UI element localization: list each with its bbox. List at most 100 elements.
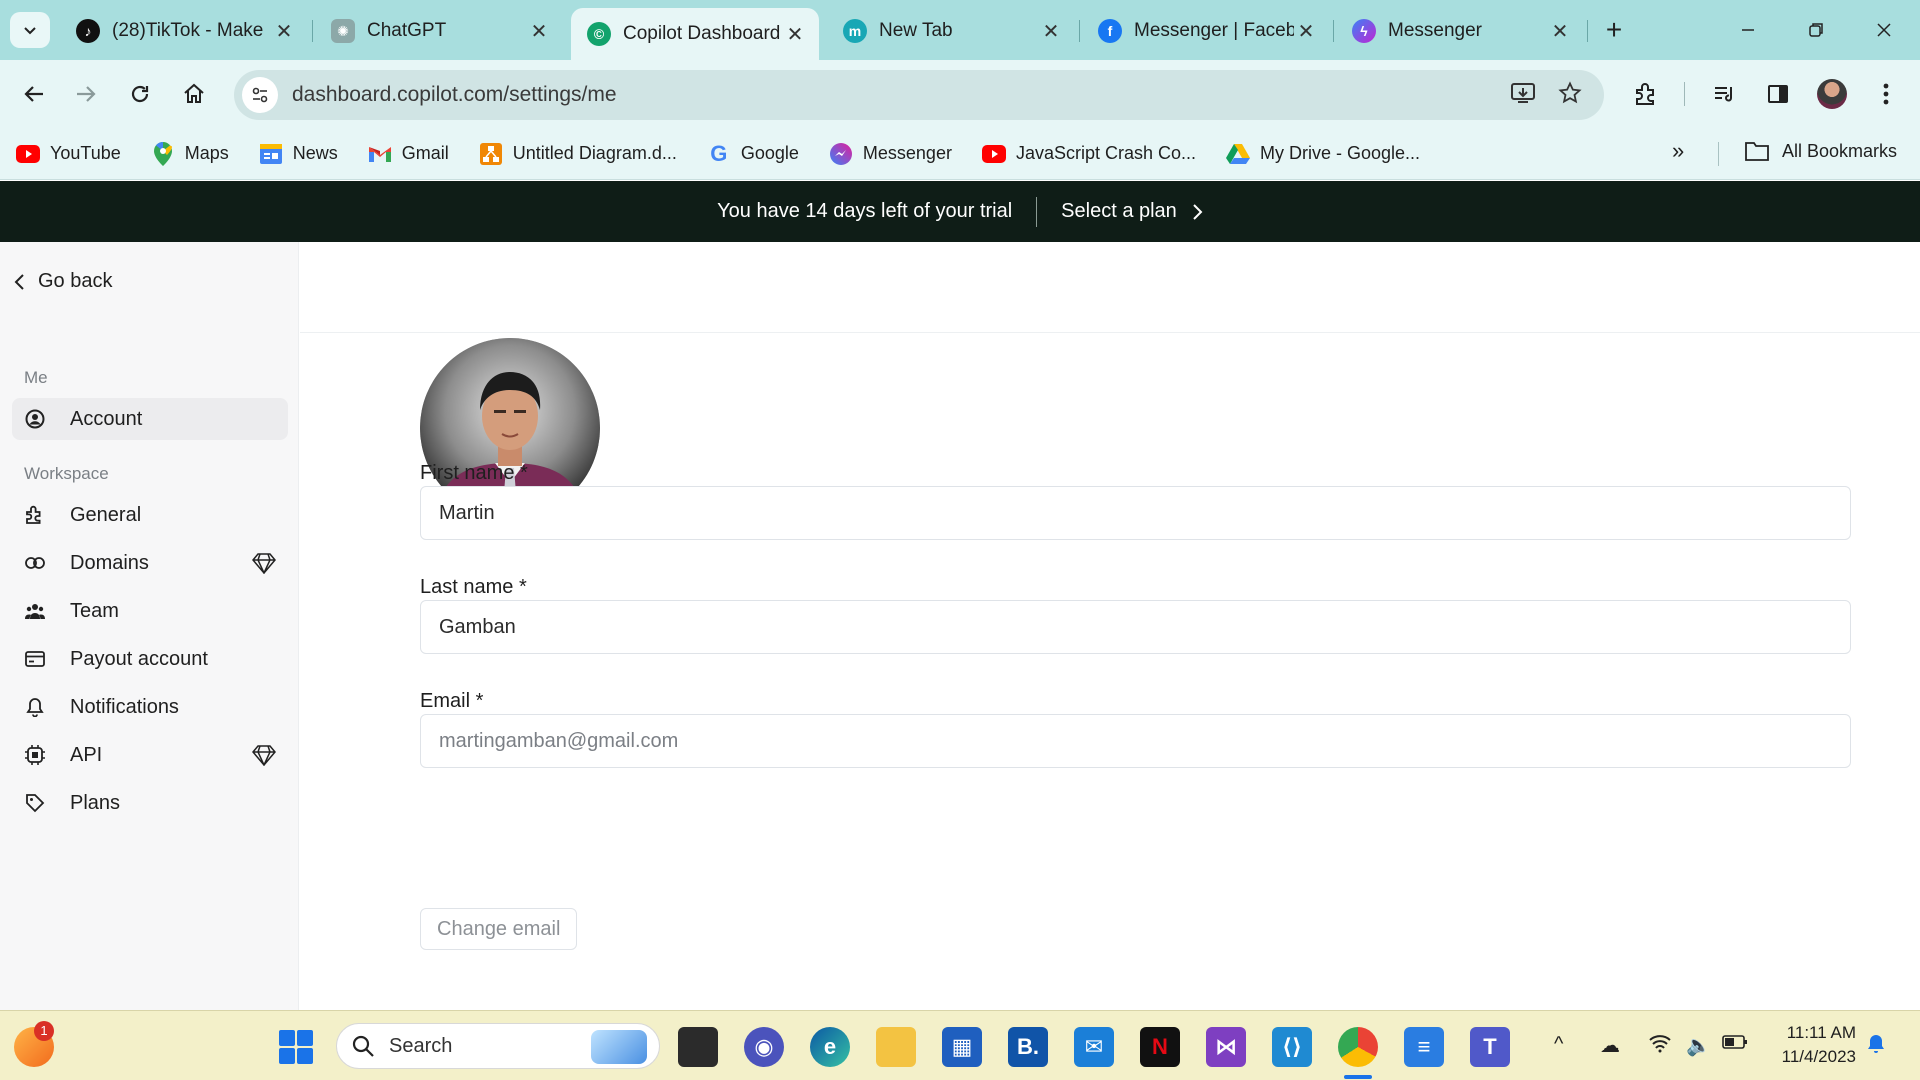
netflix-icon[interactable]: N: [1140, 1027, 1180, 1067]
tab-search-button[interactable]: [10, 12, 50, 48]
show-hidden-icons-icon[interactable]: ^: [1554, 1033, 1563, 1056]
teams-icon[interactable]: T: [1470, 1027, 1510, 1067]
notepad-icon[interactable]: ≡: [1404, 1027, 1444, 1067]
file-explorer-icon[interactable]: [876, 1027, 916, 1067]
start-button[interactable]: [276, 1027, 316, 1067]
extensions-button[interactable]: [1626, 74, 1666, 114]
booking-icon[interactable]: B.: [1008, 1027, 1048, 1067]
menu-button[interactable]: [1866, 74, 1906, 114]
system-clock[interactable]: 11:11 AM 11/4/2023: [1770, 1021, 1856, 1069]
back-button[interactable]: [14, 74, 54, 114]
sidebar-item-plans[interactable]: Plans: [12, 782, 288, 824]
tag-icon: [24, 792, 46, 814]
sidebar-item-label: Payout account: [70, 647, 208, 670]
first-name-input[interactable]: [420, 486, 1851, 540]
select-plan-link[interactable]: Select a plan: [1061, 200, 1203, 223]
chevron-down-icon: [24, 27, 36, 35]
restore-icon: [1809, 23, 1823, 37]
go-back-label: Go back: [38, 270, 113, 292]
bookmark-my-drive[interactable]: My Drive - Google...: [1226, 143, 1420, 165]
tab-chatgpt[interactable]: ✺ ChatGPT ✕: [315, 10, 563, 52]
tab-messenger-facebook[interactable]: f Messenger | Faceb ✕: [1082, 10, 1330, 52]
wifi-icon[interactable]: [1648, 1033, 1672, 1059]
install-app-icon[interactable]: [1510, 81, 1536, 110]
edge-icon[interactable]: e: [810, 1027, 850, 1067]
close-icon: [1877, 23, 1891, 37]
chrome-icon[interactable]: [1338, 1027, 1378, 1067]
volume-icon[interactable]: 🔈: [1686, 1033, 1711, 1058]
go-back-link[interactable]: Go back: [14, 270, 112, 293]
tab-new-tab[interactable]: m New Tab ✕: [827, 10, 1075, 52]
visual-studio-icon[interactable]: ⋈: [1206, 1027, 1246, 1067]
close-window-button[interactable]: [1864, 14, 1904, 46]
playlist-icon: [1715, 87, 1733, 102]
mail-icon[interactable]: ✉: [1074, 1027, 1114, 1067]
reload-icon: [131, 85, 149, 103]
address-bar[interactable]: dashboard.copilot.com/settings/me: [234, 70, 1604, 120]
all-bookmarks-button[interactable]: All Bookmarks: [1744, 140, 1897, 162]
sidebar-item-notifications[interactable]: Notifications: [12, 686, 288, 728]
bookmark-label: News: [292, 143, 338, 163]
last-name-input[interactable]: [420, 600, 1851, 654]
sidebar-item-domains[interactable]: Domains: [12, 542, 288, 584]
bookmark-news[interactable]: News: [259, 143, 338, 165]
bookmark-javascript-crash-course[interactable]: JavaScript Crash Co...: [981, 143, 1196, 165]
folder-icon: [1745, 142, 1769, 161]
all-bookmarks-label: All Bookmarks: [1782, 140, 1898, 161]
sidebar-item-payout-account[interactable]: Payout account: [12, 638, 288, 680]
side-panel-button[interactable]: [1758, 74, 1798, 114]
messenger-icon: [829, 142, 853, 165]
minimize-button[interactable]: [1728, 14, 1768, 46]
taskbar-search[interactable]: Search: [336, 1023, 660, 1069]
bookmark-untitled-diagram[interactable]: Untitled Diagram.d...: [479, 142, 677, 165]
chat-icon[interactable]: ◉: [744, 1027, 784, 1067]
bookmark-maps[interactable]: Maps: [151, 141, 229, 166]
bookmark-gmail[interactable]: Gmail: [368, 143, 449, 165]
new-tab-button[interactable]: +: [1598, 14, 1630, 46]
bookmark-label: Maps: [184, 143, 229, 163]
close-icon[interactable]: ✕: [1294, 19, 1318, 44]
tab-copilot-dashboard[interactable]: © Copilot Dashboard ✕: [571, 8, 819, 60]
more-bookmarks-icon[interactable]: »: [1672, 138, 1684, 164]
close-icon[interactable]: ✕: [1548, 19, 1572, 44]
tab-messenger[interactable]: ϟ Messenger ✕: [1336, 10, 1584, 52]
restore-button[interactable]: [1796, 14, 1836, 46]
tab-tiktok[interactable]: ♪ (28)TikTok - Make ✕: [60, 10, 308, 52]
site-settings-icon[interactable]: [242, 77, 278, 113]
sidebar-item-general[interactable]: General: [12, 494, 288, 536]
close-icon[interactable]: ✕: [1039, 19, 1063, 44]
close-icon[interactable]: ✕: [272, 19, 296, 44]
user-circle-icon: [24, 408, 46, 430]
profile-button[interactable]: [1812, 74, 1852, 114]
media-controls-button[interactable]: [1704, 74, 1744, 114]
star-icon[interactable]: [1558, 80, 1582, 110]
sidebar-item-api[interactable]: API: [12, 734, 288, 776]
reload-button[interactable]: [120, 74, 160, 114]
google-icon: G: [710, 140, 728, 166]
windows-taskbar: 1 Search ◉ e ▦ B. ✉ N ⋈ ⟨⟩ ≡ T ^ ☁ 🔈 11:…: [0, 1010, 1920, 1080]
copilot-icon: ©: [587, 22, 611, 46]
search-icon: [352, 1035, 374, 1057]
notifications-bell-icon[interactable]: [1866, 1033, 1886, 1061]
trial-text: You have 14 days left of your trial: [717, 200, 1013, 222]
home-button[interactable]: [174, 74, 214, 114]
bookmark-youtube[interactable]: YouTube: [16, 143, 121, 165]
change-email-button[interactable]: Change email: [420, 908, 578, 950]
close-icon[interactable]: ✕: [783, 22, 807, 47]
bookmark-google[interactable]: G Google: [707, 140, 799, 166]
select-plan-label: Select a plan: [1061, 200, 1177, 222]
forward-button[interactable]: [66, 74, 106, 114]
sidebar-item-team[interactable]: Team: [12, 590, 288, 632]
battery-icon[interactable]: [1722, 1033, 1748, 1056]
sidebar-item-label: API: [70, 743, 103, 766]
email-field[interactable]: [420, 714, 1851, 768]
bookmark-messenger[interactable]: Messenger: [829, 142, 952, 165]
vscode-icon[interactable]: ⟨⟩: [1272, 1027, 1312, 1067]
sidebar-item-label: Notifications: [70, 695, 179, 718]
onedrive-icon[interactable]: ☁: [1600, 1033, 1620, 1058]
chevron-left-icon: [14, 273, 24, 290]
close-icon[interactable]: ✕: [527, 19, 551, 44]
sidebar-item-account[interactable]: Account: [12, 398, 288, 440]
microsoft-store-icon[interactable]: ▦: [942, 1027, 982, 1067]
task-view-icon[interactable]: [678, 1027, 718, 1067]
